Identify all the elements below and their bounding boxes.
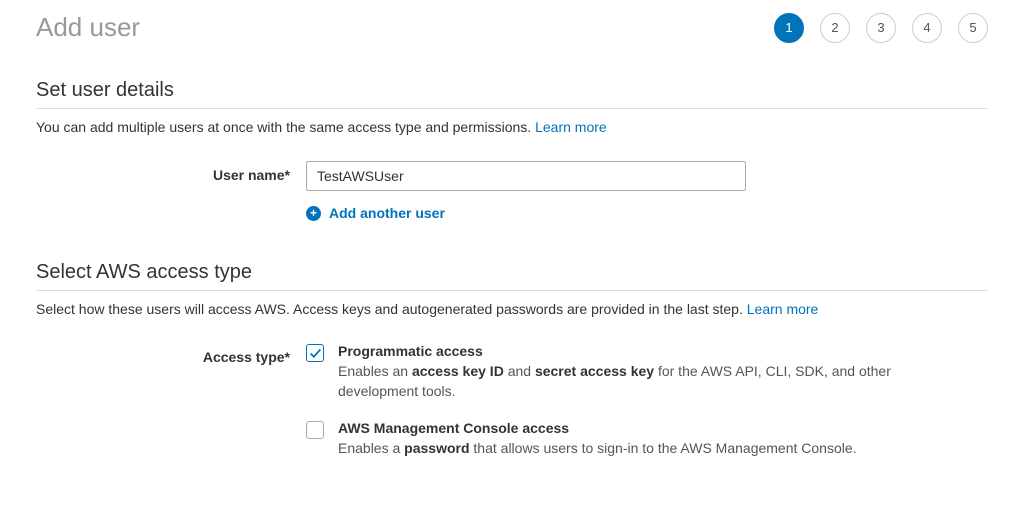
step-2[interactable]: 2: [820, 13, 850, 43]
page-title: Add user: [36, 12, 140, 43]
access-type-label: Access type*: [36, 343, 306, 365]
step-1[interactable]: 1: [774, 13, 804, 43]
desc-text: Select how these users will access AWS. …: [36, 301, 747, 317]
section-desc-user-details: You can add multiple users at once with …: [36, 119, 988, 135]
programmatic-access-desc: Enables an access key ID and secret acce…: [338, 361, 938, 402]
section-title-access-type: Select AWS access type: [36, 261, 988, 291]
plus-circle-icon: +: [306, 206, 321, 221]
console-access-title: AWS Management Console access: [338, 420, 946, 436]
username-label: User name*: [36, 161, 306, 183]
step-4[interactable]: 4: [912, 13, 942, 43]
console-access-desc: Enables a password that allows users to …: [338, 438, 938, 458]
set-user-details-section: Set user details You can add multiple us…: [36, 79, 988, 221]
desc-text: You can add multiple users at once with …: [36, 119, 535, 135]
select-access-type-section: Select AWS access type Select how these …: [36, 261, 988, 476]
add-another-user-button[interactable]: + Add another user: [306, 205, 946, 221]
learn-more-link[interactable]: Learn more: [535, 119, 607, 135]
username-input[interactable]: [306, 161, 746, 191]
checkmark-icon: [309, 347, 322, 360]
console-access-checkbox[interactable]: [306, 421, 324, 439]
step-3[interactable]: 3: [866, 13, 896, 43]
programmatic-access-option: Programmatic access Enables an access ke…: [306, 343, 946, 402]
section-title-user-details: Set user details: [36, 79, 988, 109]
console-access-option: AWS Management Console access Enables a …: [306, 420, 946, 458]
wizard-stepper: 1 2 3 4 5: [774, 13, 988, 43]
step-5[interactable]: 5: [958, 13, 988, 43]
section-desc-access-type: Select how these users will access AWS. …: [36, 301, 988, 317]
programmatic-access-title: Programmatic access: [338, 343, 946, 359]
programmatic-access-checkbox[interactable]: [306, 344, 324, 362]
learn-more-link-access[interactable]: Learn more: [747, 301, 819, 317]
add-another-user-label: Add another user: [329, 205, 445, 221]
